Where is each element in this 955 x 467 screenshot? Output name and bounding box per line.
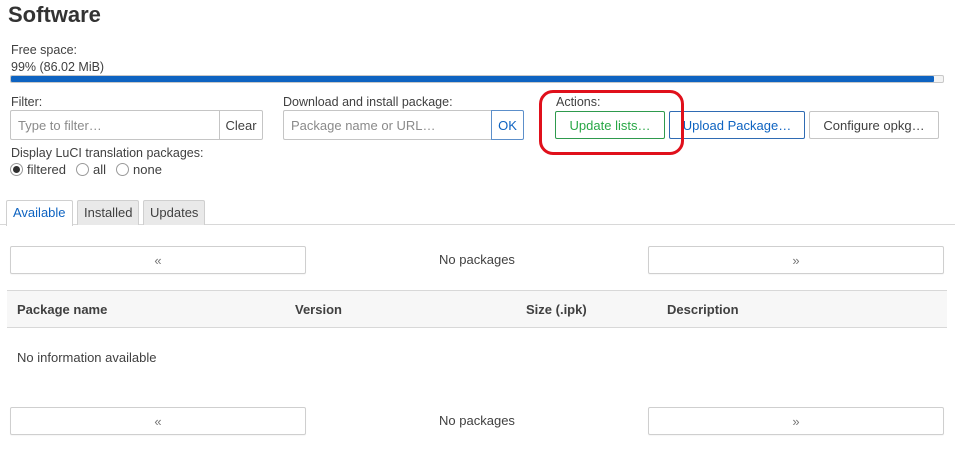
radio-selected-dot bbox=[13, 166, 20, 173]
free-space-value: 99% (86.02 MiB) bbox=[11, 60, 105, 74]
free-space-label: Free space: bbox=[11, 43, 78, 57]
bottom-next-page-button[interactable]: » bbox=[648, 407, 944, 435]
radio-all-circle[interactable] bbox=[76, 163, 90, 176]
free-space-progress-bar bbox=[10, 75, 944, 83]
column-version: Version bbox=[295, 302, 342, 317]
page-title: Software bbox=[8, 2, 101, 27]
radio-all-label: all bbox=[93, 162, 107, 177]
radio-none[interactable]: none bbox=[116, 162, 162, 177]
install-ok-button[interactable]: OK bbox=[491, 110, 524, 140]
bottom-prev-page-button[interactable]: « bbox=[10, 407, 306, 435]
tab-installed[interactable]: Installed bbox=[77, 200, 140, 225]
radio-none-circle[interactable] bbox=[116, 163, 130, 176]
tab-updates[interactable]: Updates bbox=[143, 200, 206, 225]
column-package-name: Package name bbox=[17, 302, 108, 317]
update-lists-button[interactable]: Update lists… bbox=[555, 111, 665, 139]
configure-opkg-button[interactable]: Configure opkg… bbox=[809, 111, 939, 139]
package-tabs: Available Installed Updates bbox=[0, 200, 955, 226]
software-page: Software Free space: 99% (86.02 MiB) Fil… bbox=[0, 0, 955, 467]
download-install-label: Download and install package: bbox=[283, 95, 453, 109]
package-url-input[interactable] bbox=[283, 110, 491, 140]
translation-label: Display LuCI translation packages: bbox=[11, 146, 204, 160]
bottom-pager: « No packages » bbox=[10, 407, 944, 435]
clear-filter-button[interactable]: Clear bbox=[219, 110, 263, 140]
actions-buttons: Update lists… Upload Package… Configure … bbox=[555, 111, 939, 139]
download-install-group: OK bbox=[283, 110, 524, 140]
actions-label: Actions: bbox=[556, 95, 601, 109]
filter-label: Filter: bbox=[11, 95, 43, 109]
package-table-header: Package name Version Size (.ipk) Descrip… bbox=[7, 290, 947, 328]
top-prev-page-button[interactable]: « bbox=[10, 246, 306, 274]
filter-group: Clear bbox=[10, 110, 263, 140]
radio-filtered-circle[interactable] bbox=[10, 163, 23, 176]
top-pager: « No packages » bbox=[10, 246, 944, 274]
radio-filtered-label: filtered bbox=[27, 162, 67, 177]
free-space-progress-fill bbox=[11, 76, 934, 82]
filter-input[interactable] bbox=[10, 110, 219, 140]
column-size: Size (.ipk) bbox=[526, 302, 587, 317]
radio-filtered[interactable]: filtered bbox=[10, 162, 66, 177]
column-description: Description bbox=[667, 302, 739, 317]
tab-available[interactable]: Available bbox=[6, 200, 73, 226]
top-next-page-button[interactable]: » bbox=[648, 246, 944, 274]
radio-all[interactable]: all bbox=[76, 162, 106, 177]
radio-none-label: none bbox=[133, 162, 162, 177]
table-empty-message: No information available bbox=[17, 350, 157, 365]
translation-radio-group: filtered all none bbox=[10, 162, 172, 177]
upload-package-button[interactable]: Upload Package… bbox=[669, 111, 805, 139]
